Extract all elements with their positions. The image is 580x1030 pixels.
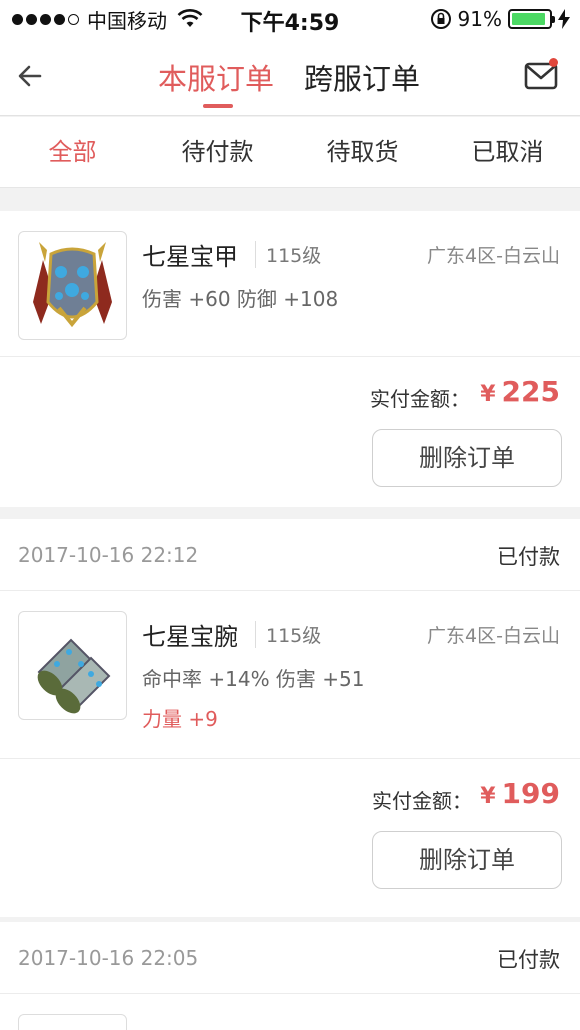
amount-value: 225	[501, 375, 560, 408]
order-status: 已付款	[497, 545, 560, 569]
order-footer: 实付金额： ¥225 删除订单	[0, 357, 580, 507]
delete-order-button[interactable]: 删除订单	[372, 429, 562, 487]
order-item[interactable]: 七星宝甲 115级 广东4区-白云山 伤害 +60 防御 +108	[0, 211, 580, 357]
bracer-icon	[18, 611, 127, 720]
battery-fill	[512, 13, 545, 25]
order-date: 2017-10-16 22:05	[18, 946, 199, 970]
battery-icon	[508, 9, 555, 29]
item-level: 115级	[255, 241, 321, 268]
active-tab-indicator	[203, 104, 233, 108]
armor-icon	[18, 231, 127, 340]
item-name: 七星宝腕	[142, 623, 238, 651]
header: 本服订单 跨服订单	[0, 38, 580, 116]
charging-bolt-icon	[558, 9, 570, 29]
filter-cancelled[interactable]: 已取消	[435, 117, 580, 187]
pay-label: 实付金额：	[370, 387, 470, 411]
pay-amount: ¥199	[480, 777, 560, 810]
item-attributes: 伤害 +60 防御 +108	[142, 287, 339, 311]
battery-percent: 91%	[457, 7, 502, 31]
order-card: 2017-10-16 22:12 已付款 七星宝腕 115级 广东4区-白云山 …	[0, 519, 580, 917]
amount-value: 199	[501, 777, 560, 810]
filter-pending-pickup[interactable]: 待取货	[290, 117, 435, 187]
status-right: 91%	[430, 6, 570, 32]
filter-all[interactable]: 全部	[0, 117, 145, 187]
item-server: 广东4区-白云山	[427, 625, 560, 647]
status-bar: 中国移动 下午4:59 91%	[0, 0, 580, 38]
pay-label: 实付金额：	[372, 789, 472, 813]
item-level: 115级	[255, 621, 321, 648]
currency-symbol: ¥	[480, 382, 496, 407]
tab-local-orders[interactable]: 本服订单	[158, 56, 274, 98]
order-footer: 实付金额： ¥199 删除订单	[0, 759, 580, 917]
filter-pending-payment[interactable]: 待付款	[145, 117, 290, 187]
order-card: 2017-10-16 22:05 已付款	[0, 922, 580, 1030]
delete-order-button[interactable]: 删除订单	[372, 831, 562, 889]
item-attributes: 命中率 +14% 伤害 +51	[142, 667, 365, 691]
order-date: 2017-10-16 22:12	[18, 543, 199, 567]
item-server: 广东4区-白云山	[427, 245, 560, 267]
item-highlight-attribute: 力量 +9	[142, 707, 218, 731]
order-item[interactable]: 七星宝腕 115级 广东4区-白云山 命中率 +14% 伤害 +51 力量 +9	[0, 591, 580, 759]
tab-cross-server-orders[interactable]: 跨服订单	[304, 56, 420, 98]
back-arrow-icon[interactable]	[14, 60, 46, 92]
item-name: 七星宝甲	[142, 243, 238, 271]
order-header: 2017-10-16 22:05 已付款	[0, 922, 580, 994]
order-header: 2017-10-16 22:12 已付款	[0, 519, 580, 591]
order-card: 七星宝甲 115级 广东4区-白云山 伤害 +60 防御 +108 实付金额： …	[0, 211, 580, 507]
pay-amount: ¥225	[480, 375, 560, 408]
notification-dot	[549, 58, 558, 67]
rotation-lock-icon	[430, 9, 451, 29]
item-thumbnail	[18, 1014, 127, 1030]
currency-symbol: ¥	[480, 784, 496, 809]
order-status: 已付款	[497, 948, 560, 972]
filter-tabs: 全部 待付款 待取货 已取消	[0, 117, 580, 188]
